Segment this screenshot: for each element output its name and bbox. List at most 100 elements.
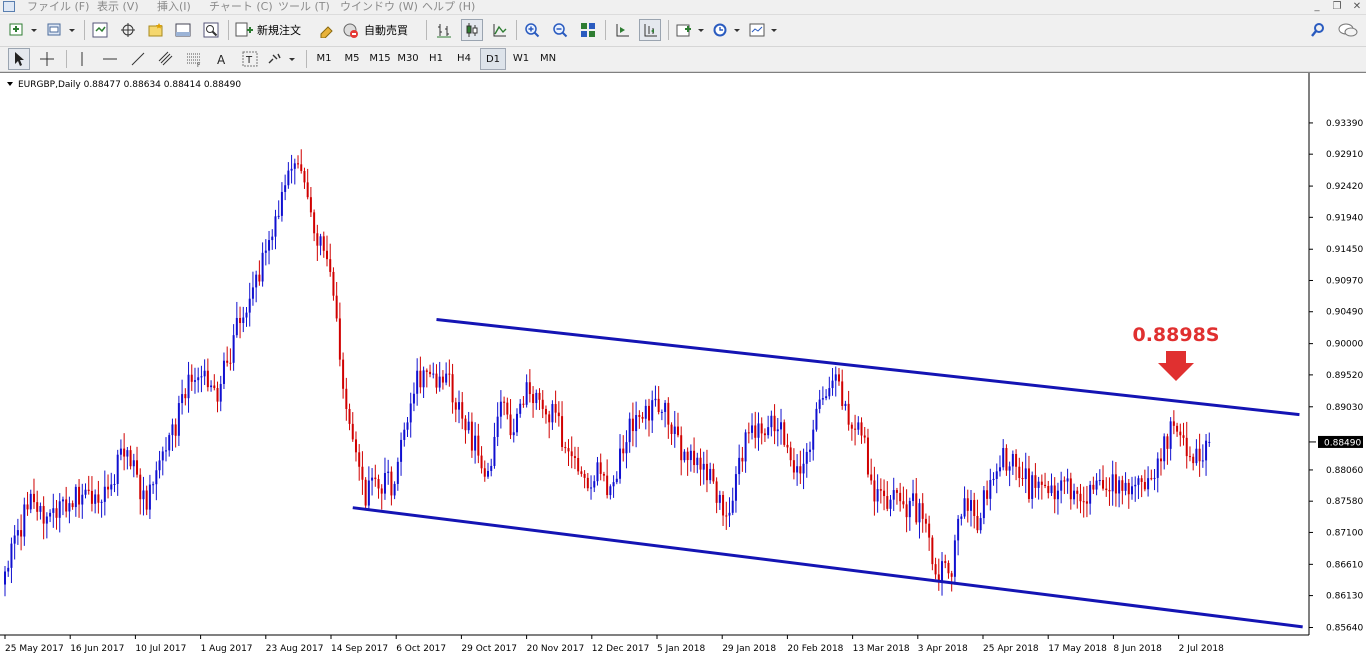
zoom-in-button[interactable] (522, 19, 542, 41)
timeframe-m15[interactable]: M15 (367, 48, 393, 70)
zoom-out-button[interactable] (550, 19, 570, 41)
candle (718, 490, 721, 510)
candle (673, 410, 676, 448)
chart-shift-button[interactable] (612, 19, 632, 41)
menu-file[interactable]: ファイル (F) (27, 0, 89, 13)
candle (1108, 477, 1111, 506)
candle (1047, 480, 1050, 499)
equidistant-channel-button[interactable] (156, 48, 176, 70)
channel-lower-line[interactable] (352, 506, 1303, 629)
arrows-button[interactable] (266, 48, 298, 70)
candle-body (1185, 437, 1188, 457)
candle (496, 402, 499, 447)
indicators-button[interactable] (675, 19, 707, 41)
timeframe-m1[interactable]: M1 (311, 48, 337, 70)
timeframe-h4[interactable]: H4 (451, 48, 477, 70)
chart-window[interactable]: EURGBP,Daily 0.88477 0.88634 0.88414 0.8… (0, 72, 1366, 661)
vertical-line-button[interactable] (72, 48, 92, 70)
candle-body (751, 425, 754, 433)
channel-layer[interactable] (352, 318, 1303, 629)
menu-chart[interactable]: チャート (C) (209, 0, 273, 13)
time-tick-label: 25 May 2017 (5, 644, 64, 654)
candle (728, 497, 731, 528)
auto-trading-button[interactable]: 自動売買 (342, 19, 418, 41)
candle (129, 445, 132, 470)
text-tool-button[interactable]: A (212, 48, 232, 70)
restore-icon[interactable]: ❐ (1330, 1, 1344, 12)
terminal-button[interactable] (173, 19, 193, 41)
candle-body (1024, 468, 1027, 480)
minimize-icon[interactable]: _ (1310, 1, 1324, 12)
new-order-button[interactable]: 新規注文 (235, 19, 311, 41)
candle-body (1127, 482, 1130, 495)
candle-body (590, 487, 593, 489)
candle-body (722, 494, 725, 516)
candle-body (780, 422, 783, 430)
candle (512, 418, 515, 443)
auto-trading-icon (343, 23, 358, 38)
candle-body (445, 373, 448, 383)
candle (966, 489, 969, 523)
candle (226, 346, 229, 367)
navigator-button[interactable] (146, 19, 166, 41)
timeframe-mn[interactable]: MN (535, 48, 561, 70)
new-chart-button[interactable] (8, 19, 40, 41)
time-tick-label: 10 Jul 2017 (135, 644, 186, 654)
candle-body (377, 479, 380, 489)
strategy-tester-button[interactable] (201, 19, 221, 41)
menu-tools[interactable]: ツール (T) (278, 0, 330, 13)
profiles-button[interactable] (46, 19, 78, 41)
candle-body (796, 466, 799, 473)
candlestick-chart-button[interactable] (461, 19, 483, 41)
text-label-button[interactable]: T (240, 48, 260, 70)
candle-body (300, 164, 303, 172)
candle-body (854, 428, 857, 430)
menu-help[interactable]: ヘルプ (H) (422, 0, 475, 13)
cursor-tool-button[interactable] (8, 48, 30, 70)
bar-chart-button[interactable] (434, 19, 454, 41)
templates-button[interactable] (748, 19, 780, 41)
market-watch-button[interactable] (90, 19, 110, 41)
timeframe-h1[interactable]: H1 (423, 48, 449, 70)
candle-body (1169, 421, 1172, 449)
auto-scroll-button[interactable] (639, 19, 661, 41)
data-window-button[interactable] (118, 19, 138, 41)
candle-body (863, 435, 866, 438)
candle (506, 397, 509, 420)
trendline-button[interactable] (128, 48, 148, 70)
menu-insert[interactable]: 挿入(I) (157, 0, 191, 13)
candle-body (1147, 478, 1150, 490)
candle (860, 417, 863, 444)
chat-button[interactable] (1336, 19, 1360, 41)
app-icon[interactable] (3, 1, 15, 12)
search-button[interactable] (1308, 19, 1328, 41)
horizontal-line-button[interactable] (100, 48, 120, 70)
candle-body (557, 412, 560, 417)
candle (174, 418, 177, 448)
line-chart-button[interactable] (490, 19, 510, 41)
candle (693, 437, 696, 473)
candle (548, 410, 551, 439)
candle-body (1011, 453, 1014, 467)
fibonacci-button[interactable]: F (184, 48, 204, 70)
candle-body (676, 426, 679, 436)
candle-body (139, 474, 142, 500)
price-chart[interactable]: EURGBP,Daily 0.88477 0.88634 0.88414 0.8… (0, 73, 1366, 660)
periods-button[interactable] (711, 19, 743, 41)
menu-view[interactable]: 表示 (V) (97, 0, 139, 13)
candle (1198, 433, 1201, 477)
timeframe-m30[interactable]: M30 (395, 48, 421, 70)
tile-windows-button[interactable] (578, 19, 598, 41)
crosshair-tool-button[interactable] (36, 48, 58, 70)
candle (1024, 452, 1027, 494)
timeframe-m5[interactable]: M5 (339, 48, 365, 70)
candle-body (400, 439, 403, 462)
timeframe-d1[interactable]: D1 (480, 48, 506, 70)
candle-body (480, 455, 483, 469)
menu-window[interactable]: ウインドウ (W) (340, 0, 418, 13)
close-icon[interactable]: ✕ (1350, 1, 1364, 12)
timeframe-w1[interactable]: W1 (508, 48, 534, 70)
symbol-dropdown-icon[interactable] (7, 82, 13, 86)
metaeditor-button[interactable] (317, 19, 337, 41)
candle-body (248, 298, 251, 313)
